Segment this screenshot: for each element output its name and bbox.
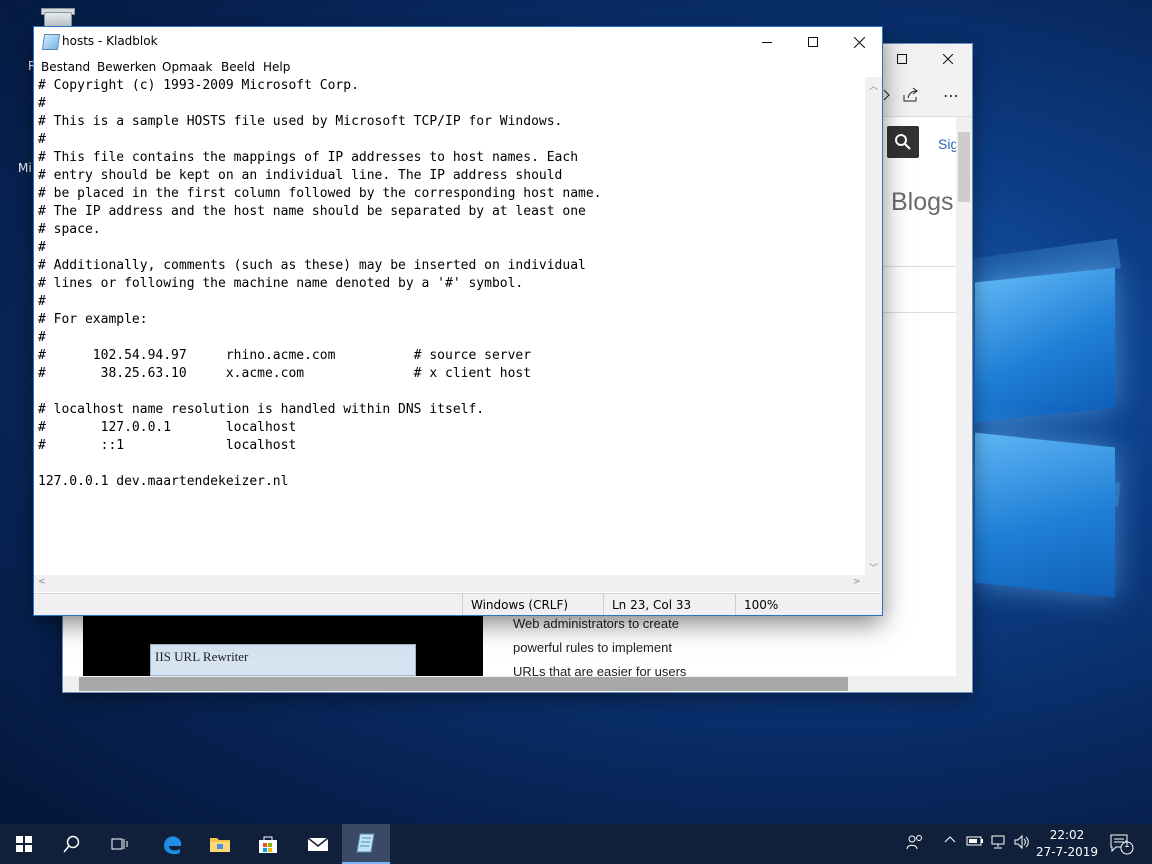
maximize-icon [808, 37, 818, 47]
search-icon [63, 835, 80, 853]
edge-taskbar-button[interactable] [148, 824, 196, 864]
notepad-icon [41, 34, 61, 50]
people-icon[interactable] [906, 834, 924, 854]
close-button[interactable] [925, 44, 971, 74]
windows-start-icon [16, 836, 32, 852]
text-editor[interactable]: # Copyright (c) 1993-2009 Microsoft Corp… [34, 77, 865, 575]
taskbar: 22:02 27-7-2019 1 [0, 824, 1152, 864]
action-center-icon[interactable] [1110, 833, 1134, 859]
scroll-down-icon[interactable]: ﹀ [869, 561, 878, 574]
cursor-position-status: Ln 23, Col 33 [603, 594, 735, 615]
scroll-up-icon[interactable]: ︿ [869, 79, 878, 92]
search-icon [895, 134, 911, 150]
scroll-left-icon[interactable]: < [38, 577, 46, 587]
store-icon [259, 836, 277, 853]
notepad-icon [356, 833, 375, 853]
mail-icon [307, 837, 329, 851]
minimize-button[interactable] [744, 27, 790, 57]
chevron-up-icon[interactable] [944, 832, 956, 852]
iis-caption: IIS URL Rewriter [150, 644, 416, 676]
search-button[interactable] [48, 824, 96, 864]
notification-count-badge: 1 [1124, 840, 1130, 850]
clock-date: 27-7-2019 [1035, 845, 1099, 859]
article-text: Web administrators to create powerful ru… [513, 612, 686, 684]
folder-icon [210, 838, 230, 852]
start-button[interactable] [0, 824, 48, 864]
close-icon [943, 54, 953, 64]
search-button[interactable] [887, 126, 919, 158]
store-button[interactable] [244, 824, 292, 864]
blogs-heading: Blogs [891, 188, 954, 216]
notepad-window: hosts - Kladblok Bestand Bewerken Opmaak… [34, 27, 882, 615]
window-title: hosts - Kladblok [62, 34, 158, 48]
horizontal-scrollbar[interactable]: < > [34, 575, 865, 592]
more-options-icon[interactable]: ⋯ [936, 82, 966, 108]
close-icon [853, 36, 865, 48]
line-ending-status: Windows (CRLF) [462, 594, 603, 615]
share-icon[interactable] [896, 82, 926, 108]
notepad-titlebar[interactable]: hosts - Kladblok [34, 27, 882, 57]
vertical-scrollbar[interactable]: ︿ ﹀ [865, 77, 882, 575]
maximize-button[interactable] [879, 44, 925, 74]
article-line: Web administrators to create [513, 616, 679, 631]
menu-bewerken[interactable]: Bewerken [97, 60, 156, 74]
battery-icon[interactable] [966, 834, 984, 852]
edge-icon [164, 836, 182, 855]
minimize-icon [762, 42, 772, 43]
menu-beeld[interactable]: Beeld [221, 60, 255, 74]
scroll-right-icon[interactable]: > [853, 577, 861, 587]
menubar: Bestand Bewerken Opmaak Beeld Help [34, 57, 882, 77]
status-bar: Windows (CRLF) Ln 23, Col 33 100% [34, 593, 882, 615]
scrollbar-corner [865, 575, 882, 592]
desktop-icon-label: Mi [18, 161, 32, 175]
notepad-taskbar-button[interactable] [342, 824, 390, 864]
article-line: powerful rules to implement [513, 640, 672, 655]
clock-time: 22:02 [1049, 828, 1085, 842]
hosts-file-content[interactable]: # Copyright (c) 1993-2009 Microsoft Corp… [38, 77, 602, 491]
task-view-button[interactable] [96, 824, 144, 864]
volume-icon[interactable] [1013, 834, 1031, 854]
zoom-status: 100% [735, 594, 882, 615]
network-icon[interactable] [990, 834, 1008, 854]
close-button[interactable] [836, 27, 882, 57]
maximize-button[interactable] [790, 27, 836, 57]
windows-logo-pane [975, 432, 1115, 598]
mail-button[interactable] [294, 824, 342, 864]
file-explorer-button[interactable] [196, 824, 244, 864]
divider [883, 266, 956, 267]
task-view-icon [111, 838, 128, 850]
windows-logo-pane [975, 267, 1115, 423]
divider [883, 312, 956, 313]
system-clock[interactable]: 22:02 27-7-2019 [1032, 827, 1102, 861]
menu-bestand[interactable]: Bestand [41, 60, 90, 74]
menu-opmaak[interactable]: Opmaak [162, 60, 212, 74]
maximize-icon [897, 54, 907, 64]
scrollbar-thumb[interactable] [958, 132, 970, 202]
scrollbar-thumb[interactable] [79, 677, 848, 691]
menu-help[interactable]: Help [263, 60, 290, 74]
